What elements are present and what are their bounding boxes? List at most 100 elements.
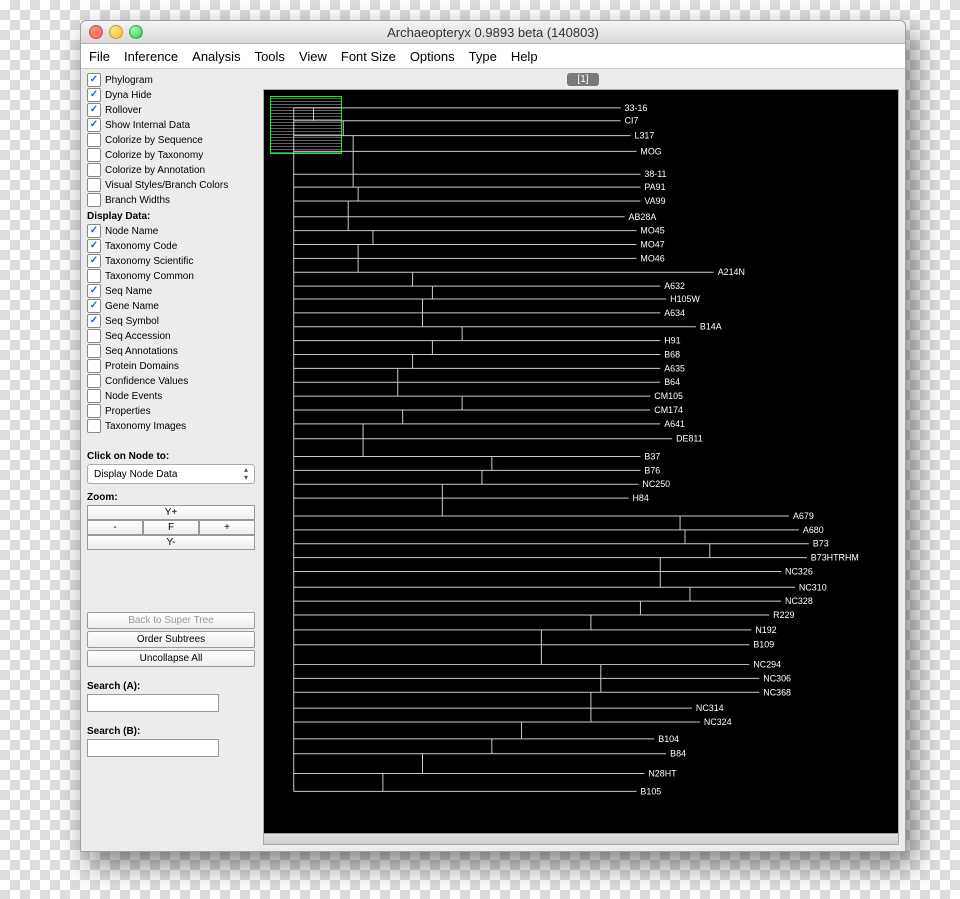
tree-leaf-label[interactable]: NC306 bbox=[763, 673, 791, 683]
display-option-checkbox[interactable] bbox=[87, 284, 101, 298]
view-option-checkbox[interactable] bbox=[87, 193, 101, 207]
display-option-checkbox[interactable] bbox=[87, 254, 101, 268]
tree-leaf-label[interactable]: 38-11 bbox=[644, 169, 666, 179]
tree-leaf-label[interactable]: NC326 bbox=[785, 566, 813, 576]
tree-leaf-label[interactable]: MOG bbox=[640, 146, 661, 156]
display-option-checkbox[interactable] bbox=[87, 344, 101, 358]
tree-leaf-label[interactable]: VA99 bbox=[644, 196, 665, 206]
tree-leaf-label[interactable]: AB28A bbox=[629, 212, 657, 222]
close-icon[interactable] bbox=[89, 25, 103, 39]
tree-leaf-label[interactable]: H84 bbox=[633, 493, 649, 503]
tree-leaf-label[interactable]: DE811 bbox=[676, 434, 703, 444]
display-option-checkbox[interactable] bbox=[87, 404, 101, 418]
tree-leaf-label[interactable]: N28HT bbox=[648, 769, 677, 779]
tree-leaf-label[interactable]: N192 bbox=[755, 625, 776, 635]
tree-leaf-label[interactable]: NC324 bbox=[704, 717, 732, 727]
uncollapse-all-button[interactable]: Uncollapse All bbox=[87, 650, 255, 667]
menu-view[interactable]: View bbox=[299, 49, 327, 64]
menu-inference[interactable]: Inference bbox=[124, 49, 178, 64]
tree-leaf-label[interactable]: L317 bbox=[634, 131, 654, 141]
tree-leaf-label[interactable]: R229 bbox=[773, 610, 794, 620]
tree-leaf-label[interactable]: A632 bbox=[664, 281, 685, 291]
search-a-input[interactable] bbox=[87, 694, 219, 712]
tree-leaf-label[interactable]: A641 bbox=[664, 419, 685, 429]
view-option-checkbox[interactable] bbox=[87, 148, 101, 162]
tree-leaf-label[interactable]: H105W bbox=[670, 294, 700, 304]
tree-leaf-label[interactable]: B68 bbox=[664, 349, 680, 359]
tree-leaf-label[interactable]: H91 bbox=[664, 336, 680, 346]
tab-1[interactable]: [1] bbox=[567, 73, 598, 86]
display-option-checkbox[interactable] bbox=[87, 269, 101, 283]
tab-bar: [1] bbox=[261, 69, 905, 87]
tree-leaf-label[interactable]: CM174 bbox=[654, 405, 683, 415]
tree-leaf-label[interactable]: B64 bbox=[664, 377, 680, 387]
tree-leaf-label[interactable]: 33-16 bbox=[625, 103, 648, 113]
zoom-plus-button[interactable]: + bbox=[199, 520, 255, 535]
tree-leaf-label[interactable]: MO45 bbox=[640, 226, 664, 236]
view-option-checkbox[interactable] bbox=[87, 118, 101, 132]
menu-file[interactable]: File bbox=[89, 49, 110, 64]
tree-leaf-label[interactable]: B104 bbox=[658, 734, 679, 744]
tree-leaf-label[interactable]: NC314 bbox=[696, 703, 724, 713]
tree-leaf-label[interactable]: MO47 bbox=[640, 240, 664, 250]
back-to-super-tree-button[interactable]: Back to Super Tree bbox=[87, 612, 255, 629]
menu-type[interactable]: Type bbox=[469, 49, 497, 64]
tree-leaf-label[interactable]: NC368 bbox=[763, 687, 791, 697]
display-option-checkbox[interactable] bbox=[87, 419, 101, 433]
tree-leaf-label[interactable]: B73 bbox=[813, 539, 829, 549]
tree-leaf-label[interactable]: A635 bbox=[664, 363, 685, 373]
view-option-checkbox[interactable] bbox=[87, 133, 101, 147]
tree-leaf-label[interactable]: A634 bbox=[664, 308, 685, 318]
menu-font-size[interactable]: Font Size bbox=[341, 49, 396, 64]
view-option-checkbox[interactable] bbox=[87, 88, 101, 102]
display-option-label: Taxonomy Scientific bbox=[105, 255, 193, 268]
view-option-checkbox[interactable] bbox=[87, 178, 101, 192]
display-option-label: Gene Name bbox=[105, 300, 159, 313]
zoom-fit-button[interactable]: F bbox=[143, 520, 199, 535]
display-option-row: Seq Annotations bbox=[87, 344, 255, 358]
tree-leaf-label[interactable]: B105 bbox=[640, 786, 661, 796]
minimize-icon[interactable] bbox=[109, 25, 123, 39]
sidebar: PhylogramDyna HideRolloverShow Internal … bbox=[81, 69, 261, 851]
menu-tools[interactable]: Tools bbox=[255, 49, 285, 64]
tree-leaf-label[interactable]: B73HTRHM bbox=[811, 553, 859, 563]
tree-leaf-label[interactable]: A680 bbox=[803, 525, 824, 535]
tree-leaf-label[interactable]: B37 bbox=[644, 452, 660, 462]
tree-leaf-label[interactable]: CI7 bbox=[625, 116, 639, 126]
display-option-checkbox[interactable] bbox=[87, 224, 101, 238]
view-option-checkbox[interactable] bbox=[87, 103, 101, 117]
tree-leaf-label[interactable]: B84 bbox=[670, 749, 686, 759]
search-b-input[interactable] bbox=[87, 739, 219, 757]
tree-leaf-label[interactable]: MO46 bbox=[640, 253, 664, 263]
tree-leaf-label[interactable]: NC310 bbox=[799, 582, 827, 592]
view-option-checkbox[interactable] bbox=[87, 163, 101, 177]
tree-leaf-label[interactable]: CM105 bbox=[654, 391, 683, 401]
tree-leaf-label[interactable]: B109 bbox=[753, 640, 774, 650]
menu-options[interactable]: Options bbox=[410, 49, 455, 64]
display-option-checkbox[interactable] bbox=[87, 329, 101, 343]
tree-leaf-label[interactable]: A679 bbox=[793, 511, 814, 521]
order-subtrees-button[interactable]: Order Subtrees bbox=[87, 631, 255, 648]
display-option-checkbox[interactable] bbox=[87, 239, 101, 253]
tree-canvas[interactable]: 33-16 CI7 L317 MOG 38-11 PA91 VA99 AB28A MO45 MO4… bbox=[263, 89, 899, 845]
display-option-checkbox[interactable] bbox=[87, 374, 101, 388]
display-option-checkbox[interactable] bbox=[87, 359, 101, 373]
tree-leaf-label[interactable]: B14A bbox=[700, 322, 722, 332]
zoom-y-minus-button[interactable]: Y- bbox=[87, 535, 255, 550]
zoom-minus-button[interactable]: - bbox=[87, 520, 143, 535]
tree-leaf-label[interactable]: NC250 bbox=[642, 479, 670, 489]
tree-leaf-label[interactable]: NC328 bbox=[785, 596, 813, 606]
zoom-icon[interactable] bbox=[129, 25, 143, 39]
tree-leaf-label[interactable]: NC294 bbox=[753, 660, 781, 670]
tree-leaf-label[interactable]: PA91 bbox=[644, 182, 665, 192]
menu-analysis[interactable]: Analysis bbox=[192, 49, 240, 64]
tree-leaf-label[interactable]: A214N bbox=[718, 267, 745, 277]
click-action-dropdown[interactable]: Display Node Data ▴▾ bbox=[87, 464, 255, 484]
menu-help[interactable]: Help bbox=[511, 49, 538, 64]
display-option-checkbox[interactable] bbox=[87, 299, 101, 313]
display-option-checkbox[interactable] bbox=[87, 389, 101, 403]
display-option-checkbox[interactable] bbox=[87, 314, 101, 328]
tree-leaf-label[interactable]: B76 bbox=[644, 465, 660, 475]
view-option-checkbox[interactable] bbox=[87, 73, 101, 87]
zoom-y-plus-button[interactable]: Y+ bbox=[87, 505, 255, 520]
